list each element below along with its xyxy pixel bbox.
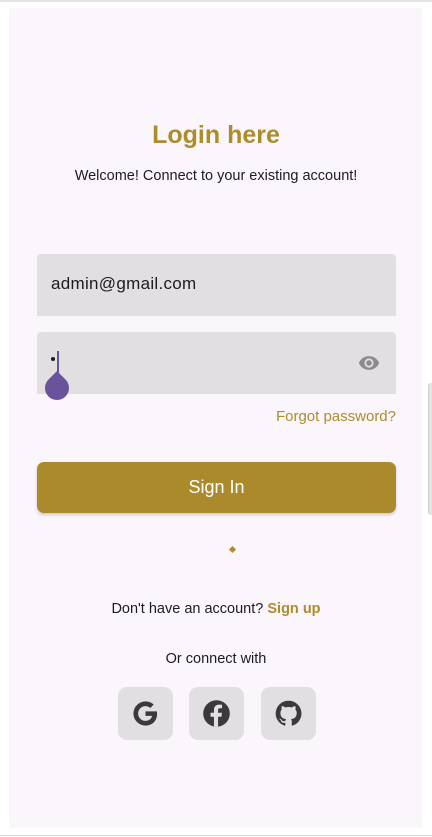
facebook-login-button[interactable] [189,687,244,740]
google-icon [133,701,158,726]
eye-icon[interactable] [356,352,382,374]
github-icon [275,700,302,726]
page-subtitle: Welcome! Connect to your existing accoun… [74,168,358,184]
signup-row: Don't have an account? Sign up [0,601,432,617]
email-field[interactable]: admin@gmail.com [37,254,396,316]
password-field[interactable] [37,332,396,405]
email-value: admin@gmail.com [51,274,197,293]
forgot-password-link[interactable]: Forgot password? [276,408,396,425]
page-title: Login here [152,121,280,149]
sign-up-link[interactable]: Sign up [267,601,320,617]
signup-prompt: Don't have an account? [111,601,264,617]
google-login-button[interactable] [118,687,173,740]
github-login-button[interactable] [261,687,316,740]
top-divider [0,0,432,2]
password-mask-dot [51,357,55,361]
connect-with-label: Or connect with [165,651,267,667]
facebook-icon [203,700,230,727]
bottom-divider [0,835,432,836]
edge-panel-handle[interactable] [428,383,432,515]
sign-in-button[interactable]: Sign In [37,462,396,513]
